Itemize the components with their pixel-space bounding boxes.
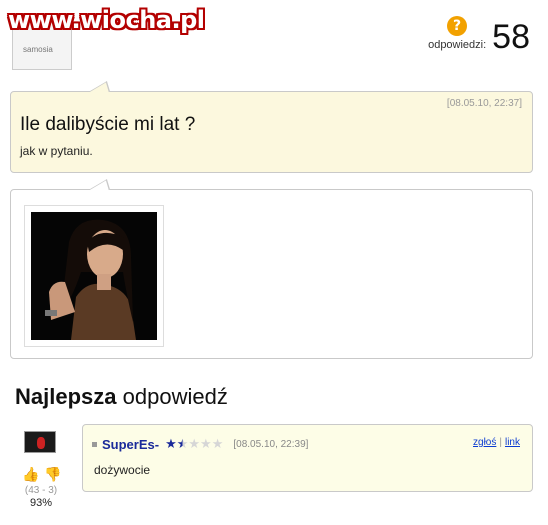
best-answer-heading-bold: Najlepsza (15, 384, 117, 409)
thumb-up-icon[interactable]: 👍 (22, 466, 39, 482)
question-date: [08.05.10, 22:37] (446, 98, 522, 109)
question-description: jak w pytaniu. (20, 144, 93, 158)
site-watermark: www.wiocha.pl (8, 6, 205, 34)
answer-date: [08.05.10, 22:39] (233, 438, 309, 450)
portrait-image (31, 212, 157, 340)
thumb-down-icon[interactable]: 👎 (44, 466, 61, 482)
bubble-tail (90, 179, 110, 199)
vote-buttons: 👍 👎 (18, 466, 64, 484)
question-title: Ile dalibyście mi lat ? (20, 114, 196, 135)
star-empty-icon: ★ (188, 436, 201, 451)
answerer-avatar[interactable] (24, 431, 56, 453)
permalink-link[interactable]: link (505, 437, 520, 448)
answers-counter: ? odpowiedzi: 58 (428, 16, 530, 56)
question-photo[interactable] (31, 212, 157, 340)
bullet-icon (92, 441, 97, 447)
avatar-caption: samosia (23, 45, 53, 54)
best-answer-heading-rest: odpowiedź (122, 384, 228, 409)
question-bubble: [08.05.10, 22:37] Ile dalibyście mi lat … (10, 81, 533, 173)
star-full-icon: ★ (165, 436, 177, 451)
vote-counts: (43 - 3) (24, 485, 58, 496)
answer-username[interactable]: SuperEs- (102, 437, 159, 452)
vote-percent: 93% (29, 497, 53, 509)
star-empty-icon: ★ (200, 436, 212, 451)
question-mark-icon: ? (447, 16, 467, 36)
answers-count: 58 (492, 18, 530, 56)
answer-links: zgłoś | link (473, 437, 520, 448)
answer-header: SuperEs- ★ ★ ★ ★ ★ [08.05.10, 22:39] (92, 436, 308, 452)
link-separator: | (499, 437, 502, 448)
answer-text: dożywocie (94, 463, 151, 477)
page: www.wiocha.pl samosia ? odpowiedzi: 58 [… (0, 0, 548, 525)
star-empty-icon: ★ (211, 436, 224, 451)
answers-label: odpowiedzi: (428, 39, 487, 51)
user-rating-stars: ★ ★ ★ ★ ★ (165, 436, 223, 452)
star-half-icon: ★ (176, 436, 189, 451)
avatar-figure (37, 437, 45, 449)
report-link[interactable]: zgłoś (473, 437, 496, 448)
bubble-tail (90, 81, 110, 101)
image-bubble (10, 179, 533, 359)
photo-frame[interactable] (24, 205, 164, 347)
best-answer-heading: Najlepsza odpowiedź (15, 384, 228, 410)
answer-bubble: SuperEs- ★ ★ ★ ★ ★ [08.05.10, 22:39] zgł… (82, 424, 533, 492)
vote-panel: 👍 👎 (43 - 3) 93% (18, 466, 64, 509)
